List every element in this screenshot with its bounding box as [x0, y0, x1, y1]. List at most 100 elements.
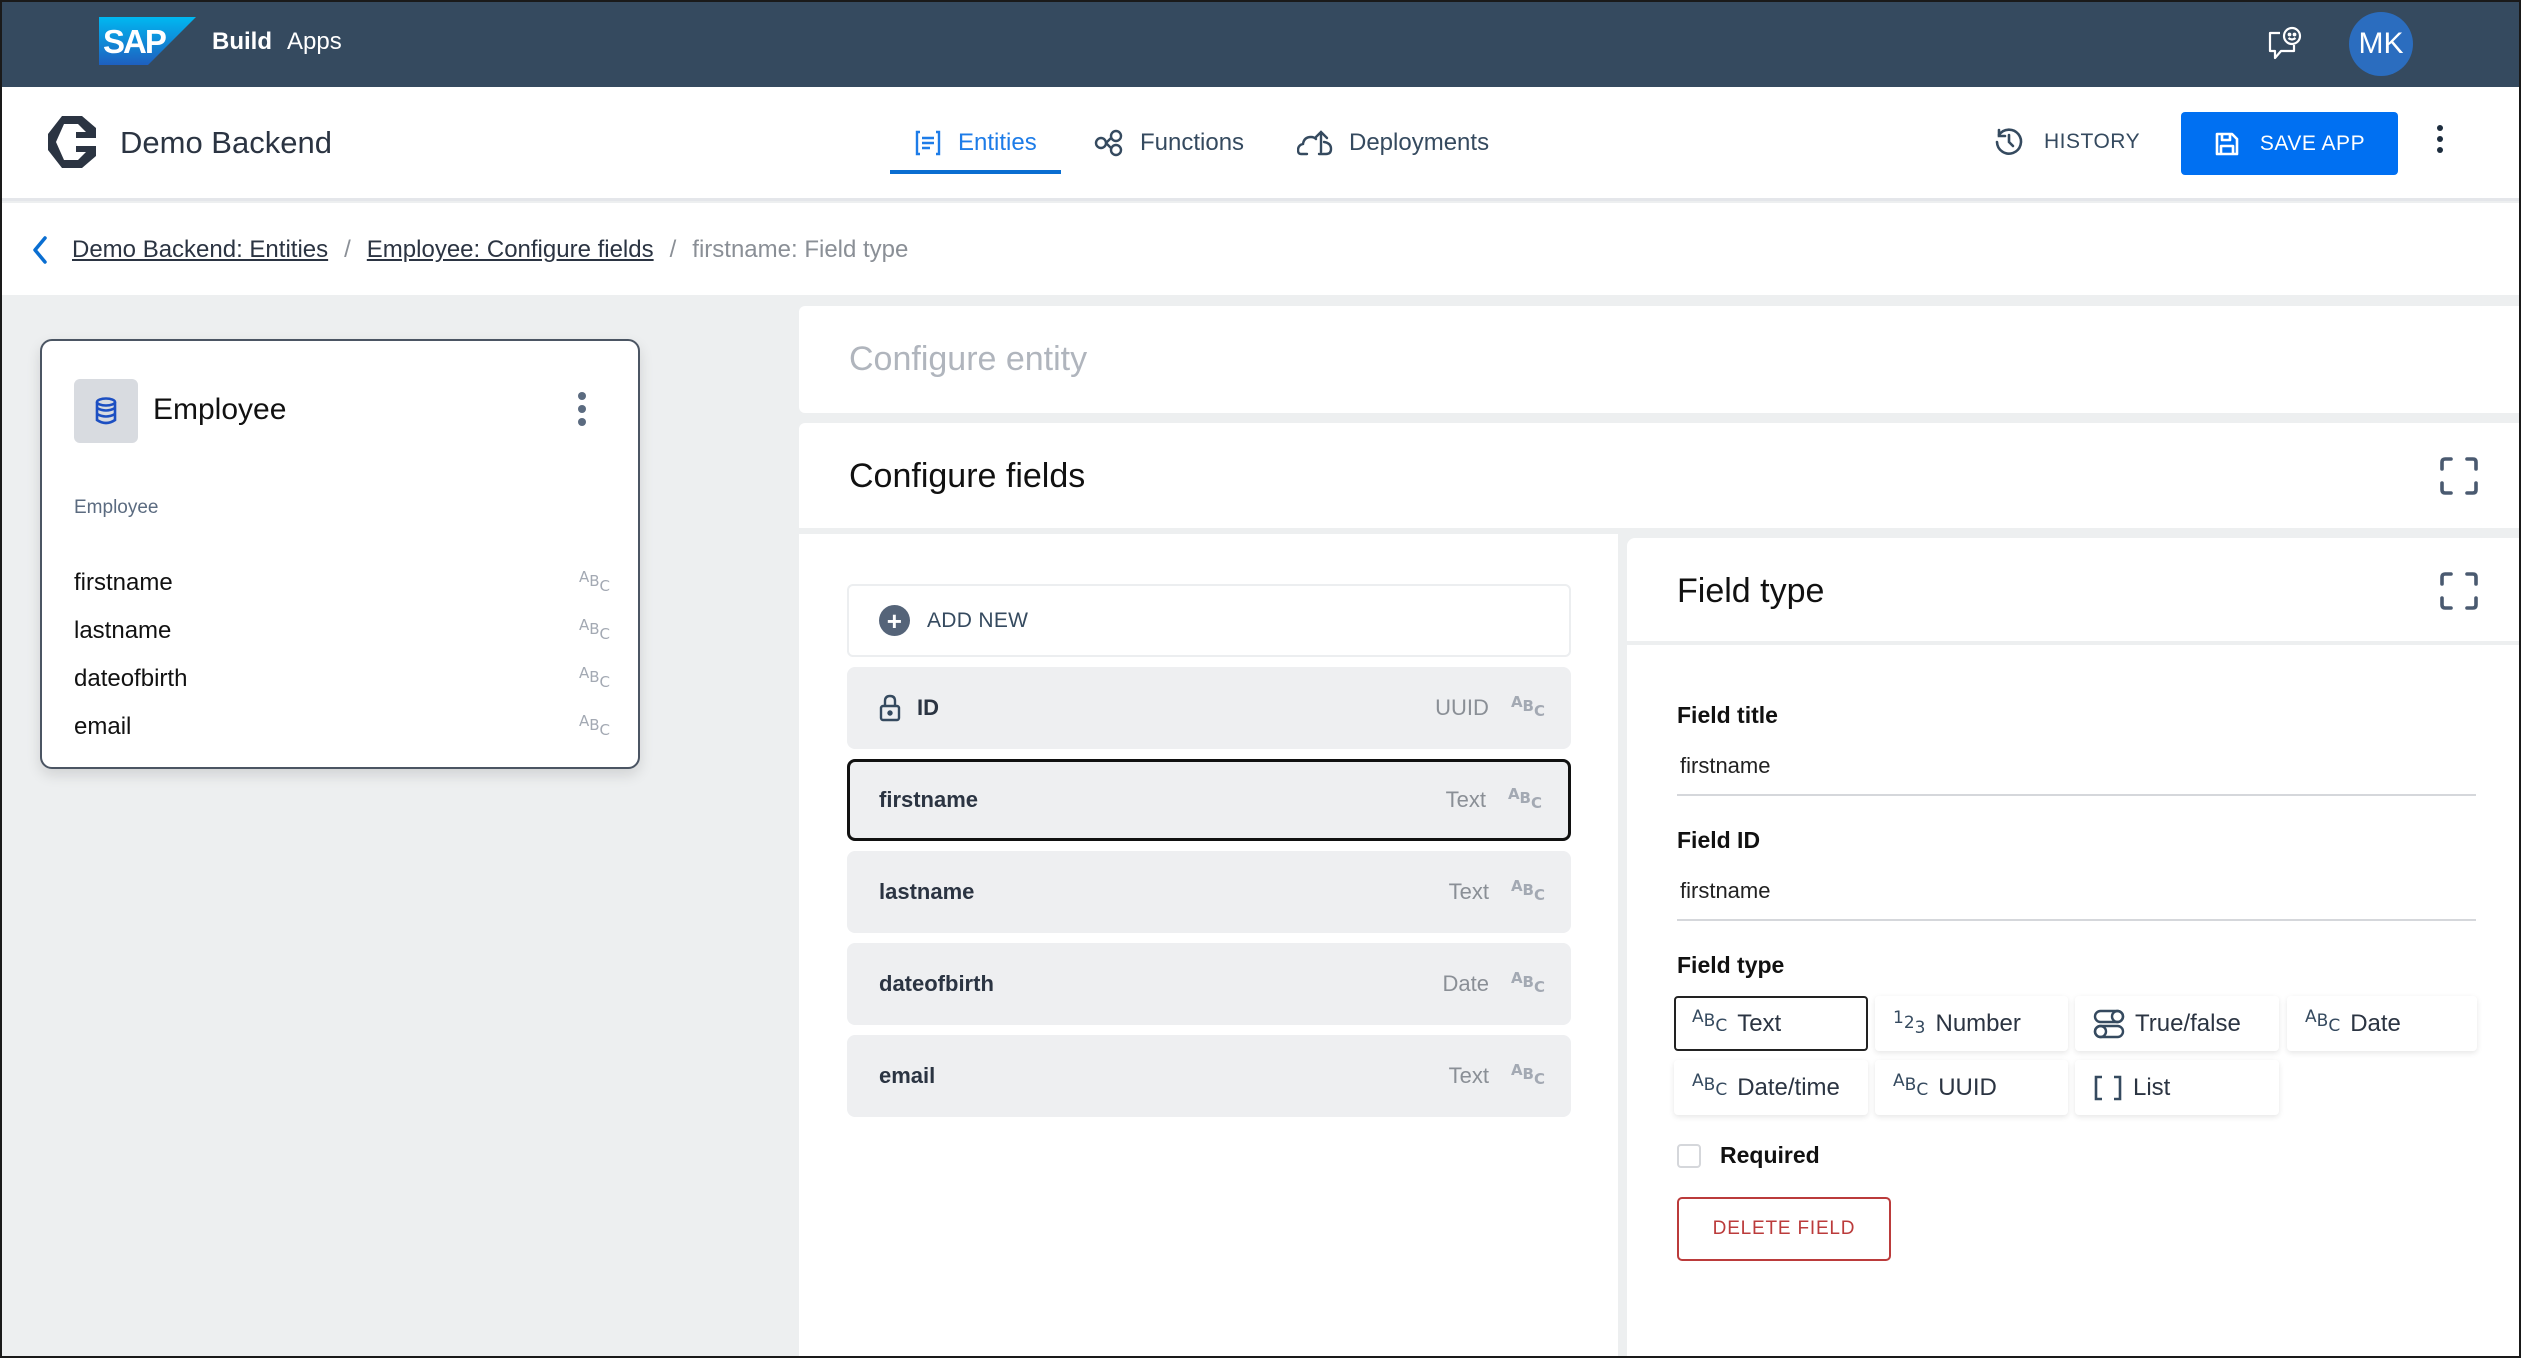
- breadcrumb-separator: /: [669, 236, 677, 263]
- entity-card-title: Employee: [153, 393, 287, 426]
- tab-label: Deployments: [1349, 128, 1490, 156]
- type-option-label: UUID: [1938, 1073, 1997, 1101]
- tab-functions[interactable]: Functions: [1094, 87, 1244, 198]
- field-type-label: UUID: [1435, 695, 1489, 720]
- more-dot: [578, 418, 586, 426]
- entity-card-field: email ABC: [74, 703, 610, 751]
- toggle-icon: [2093, 1009, 2125, 1039]
- lock-icon: [879, 694, 901, 722]
- shell-bar: SAP Build Apps MK: [0, 0, 2521, 87]
- entity-card-menu-button[interactable]: [572, 392, 592, 432]
- back-chevron-icon[interactable]: [30, 235, 50, 265]
- breadcrumb-link-configure-fields[interactable]: Employee: Configure fields: [367, 236, 654, 264]
- add-new-field-button[interactable]: + ADD NEW: [847, 584, 1571, 657]
- entities-list-icon: [915, 130, 941, 155]
- entity-card-subtitle: Employee: [74, 497, 159, 518]
- expand-field-type-button[interactable]: [2439, 571, 2479, 611]
- field-type-label: Text: [1448, 1063, 1489, 1088]
- text-type-icon: ABC: [1510, 692, 1545, 720]
- type-option-label: Number: [1935, 1009, 2021, 1037]
- more-dot: [2437, 147, 2443, 153]
- required-checkbox[interactable]: [1677, 1143, 1701, 1168]
- field-type-label: Text: [1448, 879, 1489, 904]
- save-app-label: SAVE APP: [2259, 131, 2366, 155]
- field-type-panel: Field type Field title Field ID Field ty…: [1627, 538, 2519, 1358]
- more-dot: [2437, 136, 2443, 142]
- text-type-icon: ABC: [1510, 1060, 1545, 1088]
- type-option-number[interactable]: 123 Number: [1875, 996, 2068, 1051]
- field-name: ID: [917, 695, 939, 720]
- required-checkbox-row[interactable]: Required: [1677, 1142, 1820, 1169]
- type-option-date[interactable]: ABC Date: [2287, 996, 2477, 1051]
- svg-text:SAP: SAP: [103, 23, 166, 60]
- field-title-input[interactable]: [1677, 738, 2476, 796]
- delete-field-button[interactable]: DELETE FIELD: [1677, 1197, 1891, 1261]
- type-option-date-time[interactable]: ABC Date/time: [1674, 1060, 1868, 1115]
- entity-card-field-list: firstname ABC lastname ABC dateofbirth A…: [74, 559, 610, 751]
- field-title-label: Field title: [1677, 702, 1778, 728]
- history-button[interactable]: HISTORY: [1994, 127, 2140, 157]
- history-clock-icon: [1995, 128, 2023, 155]
- field-name: dateofbirth: [74, 665, 188, 692]
- field-id-input[interactable]: [1677, 863, 2476, 921]
- field-name: dateofbirth: [879, 971, 994, 996]
- tab-label: Functions: [1140, 128, 1245, 156]
- breadcrumb-separator: /: [344, 236, 351, 263]
- field-type-label: Text: [1445, 787, 1486, 812]
- field-name: firstname: [879, 787, 979, 812]
- app-header: Demo Backend Entities Functions Deployme…: [0, 87, 2521, 201]
- abc-icon: ABC: [1692, 1007, 1728, 1036]
- entity-card-employee[interactable]: Employee Employee firstname ABC lastname…: [40, 339, 640, 769]
- add-circle-icon: +: [879, 605, 910, 636]
- text-type-icon: ABC: [578, 615, 610, 643]
- brackets-icon: [2093, 1075, 2123, 1101]
- tab-label: Entities: [958, 128, 1037, 156]
- type-option-label: List: [2133, 1073, 2171, 1101]
- field-row-dateofbirth[interactable]: dateofbirth Date ABC: [847, 943, 1571, 1025]
- type-option-uuid[interactable]: ABC UUID: [1875, 1060, 2068, 1115]
- abc-icon: ABC: [1893, 1071, 1929, 1100]
- type-option-true-false[interactable]: True/false: [2075, 996, 2279, 1051]
- breadcrumb-bar: Demo Backend: Entities / Employee: Confi…: [0, 203, 2521, 295]
- field-type-panel-header: Field type: [1627, 538, 2519, 645]
- type-option-text[interactable]: ABC Text: [1674, 996, 1868, 1051]
- fields-list-panel: + ADD NEW ID UUID ABC firstname Text ABC…: [799, 534, 1618, 1358]
- required-label: Required: [1720, 1142, 1820, 1168]
- text-type-icon: ABC: [578, 663, 610, 691]
- configure-entity-title[interactable]: Configure entity: [849, 340, 1087, 379]
- field-name: email: [74, 713, 132, 740]
- field-name: email: [879, 1063, 936, 1088]
- product-name-bold: Build: [212, 28, 272, 55]
- field-row-id[interactable]: ID UUID ABC: [847, 667, 1571, 749]
- feedback-button[interactable]: [2264, 25, 2304, 65]
- field-row-email[interactable]: email Text ABC: [847, 1035, 1571, 1117]
- field-type-label: Field type: [1677, 952, 1785, 978]
- save-floppy-icon: [2215, 132, 2239, 155]
- text-type-icon: ABC: [1510, 968, 1545, 996]
- text-type-icon: ABC: [578, 567, 610, 595]
- more-options-button[interactable]: [2430, 125, 2450, 161]
- field-row-lastname[interactable]: lastname Text ABC: [847, 851, 1571, 933]
- number-123-icon: 123: [1893, 1007, 1926, 1038]
- field-row-firstname[interactable]: firstname Text ABC: [847, 759, 1571, 841]
- product-name: Apps: [287, 28, 342, 55]
- entity-icon-box: [74, 379, 138, 443]
- add-new-label: ADD NEW: [927, 608, 1029, 632]
- more-vertical-icon: [2437, 125, 2443, 131]
- field-type-panel-title: Field type: [1677, 572, 1825, 610]
- type-option-label: True/false: [2135, 1009, 2241, 1037]
- save-app-button[interactable]: SAVE APP: [2181, 112, 2398, 175]
- expand-configure-fields-button[interactable]: [2439, 456, 2479, 496]
- breadcrumb-link-entities[interactable]: Demo Backend: Entities: [72, 236, 328, 264]
- type-option-list[interactable]: List: [2075, 1060, 2279, 1115]
- user-avatar[interactable]: MK: [2349, 12, 2413, 76]
- app-title: Demo Backend: [120, 125, 332, 160]
- configure-entity-panel[interactable]: Configure entity: [799, 306, 2519, 413]
- fullscreen-expand-icon: [2440, 457, 2478, 495]
- tab-entities[interactable]: Entities: [890, 87, 1061, 198]
- tab-deployments[interactable]: Deployments: [1297, 87, 1489, 198]
- configure-fields-title: Configure fields: [849, 457, 1086, 495]
- feedback-chat-smiley-icon: [2268, 26, 2302, 60]
- field-name: lastname: [74, 617, 172, 644]
- database-icon: [95, 397, 117, 425]
